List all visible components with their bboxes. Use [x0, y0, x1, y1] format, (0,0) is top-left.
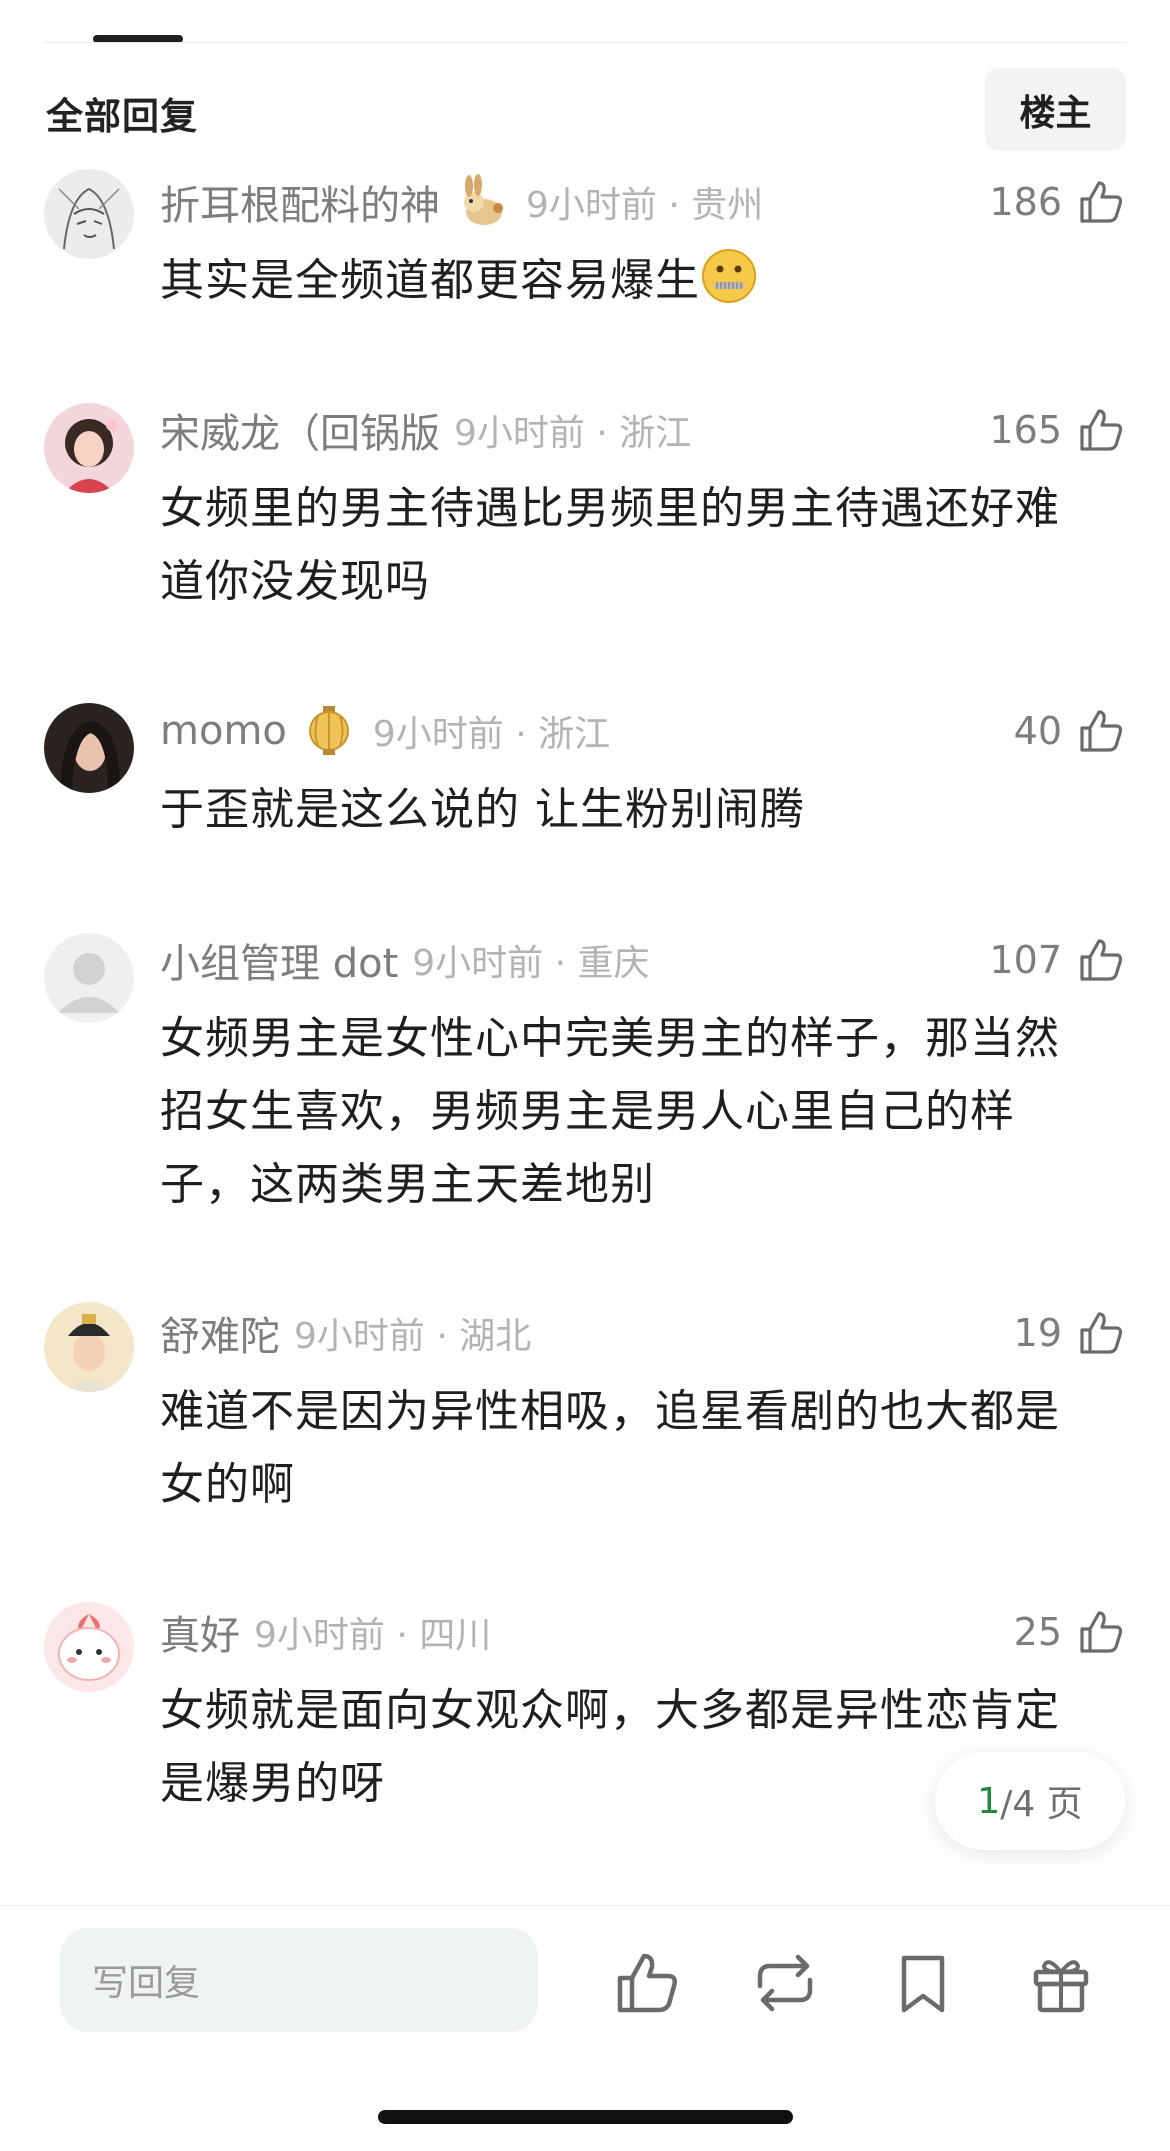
like-count: 25: [1013, 1610, 1062, 1654]
time-location: 9小时前 · 重庆: [412, 943, 650, 984]
thumbs-up-icon: [1076, 935, 1126, 985]
like-button[interactable]: 25: [1014, 1602, 1126, 1662]
total-pages: /4 页: [1000, 1784, 1083, 1825]
like-button[interactable]: 19: [1014, 1303, 1126, 1363]
username[interactable]: 折耳根配料的神: [160, 173, 440, 231]
comment-text: 其实是全频道都更容易爆生: [160, 244, 1100, 317]
username[interactable]: 宋威龙（回锅版: [160, 401, 440, 459]
username[interactable]: momo: [160, 708, 287, 754]
thumbs-up-icon: [1076, 1308, 1126, 1358]
like-icon[interactable]: [612, 1948, 682, 2018]
avatar[interactable]: [44, 169, 134, 259]
home-indicator: [378, 2110, 793, 2124]
like-button[interactable]: 107: [989, 930, 1126, 990]
avatar[interactable]: [44, 703, 134, 793]
like-count: 186: [989, 180, 1062, 224]
like-count: 165: [989, 408, 1062, 452]
lantern-badge-icon: [301, 703, 357, 759]
time-location: 9小时前 · 浙江: [372, 714, 611, 755]
bookmark-icon[interactable]: [888, 1948, 958, 2018]
like-count: 107: [989, 938, 1062, 982]
like-count: 40: [1013, 709, 1062, 753]
thumbs-up-icon: [1076, 706, 1126, 756]
avatar[interactable]: [44, 933, 134, 1023]
repost-icon[interactable]: [750, 1948, 820, 2018]
op-only-filter-button[interactable]: 楼主: [985, 68, 1126, 151]
like-count: 19: [1013, 1311, 1062, 1355]
username[interactable]: 舒难陀: [160, 1304, 280, 1362]
comment-text: 女频里的男主待遇比男频里的男主待遇还好难道你没发现吗: [160, 483, 1060, 607]
like-button[interactable]: 186: [989, 172, 1126, 232]
comment-text: 女频男主是女性心中完美男主的样子，那当然招女生喜欢，男频男主是男人心里自己的样子…: [160, 1013, 1060, 1210]
time-location: 9小时前 · 四川: [254, 1615, 492, 1656]
rabbit-badge-icon: [454, 174, 510, 230]
zipper-mouth-face-icon: [700, 247, 758, 305]
thumbs-up-icon: [1076, 1607, 1126, 1657]
top-divider: [44, 42, 1126, 43]
avatar[interactable]: [44, 1602, 134, 1692]
gift-icon[interactable]: [1026, 1948, 1096, 2018]
avatar[interactable]: [44, 1302, 134, 1392]
username[interactable]: 真好: [160, 1603, 240, 1661]
like-button[interactable]: 165: [989, 400, 1126, 460]
comment-text: 于歪就是这么说的 让生粉别闹腾: [160, 784, 805, 835]
time-location: 9小时前 · 贵州: [526, 185, 764, 226]
like-button[interactable]: 40: [1014, 701, 1126, 761]
comment-text: 难道不是因为异性相吸，追星看剧的也大都是女的啊: [160, 1386, 1060, 1510]
section-title: 全部回复: [46, 95, 198, 138]
thumbs-up-icon: [1076, 177, 1126, 227]
page-indicator[interactable]: 1/4 页: [935, 1752, 1125, 1850]
time-location: 9小时前 · 湖北: [294, 1316, 532, 1357]
username[interactable]: 小组管理 dot: [160, 931, 398, 989]
current-page: 1: [977, 1780, 1001, 1822]
time-location: 9小时前 · 浙江: [454, 413, 692, 454]
reply-input[interactable]: 写回复: [60, 1928, 538, 2032]
avatar[interactable]: [44, 403, 134, 493]
thumbs-up-icon: [1076, 405, 1126, 455]
